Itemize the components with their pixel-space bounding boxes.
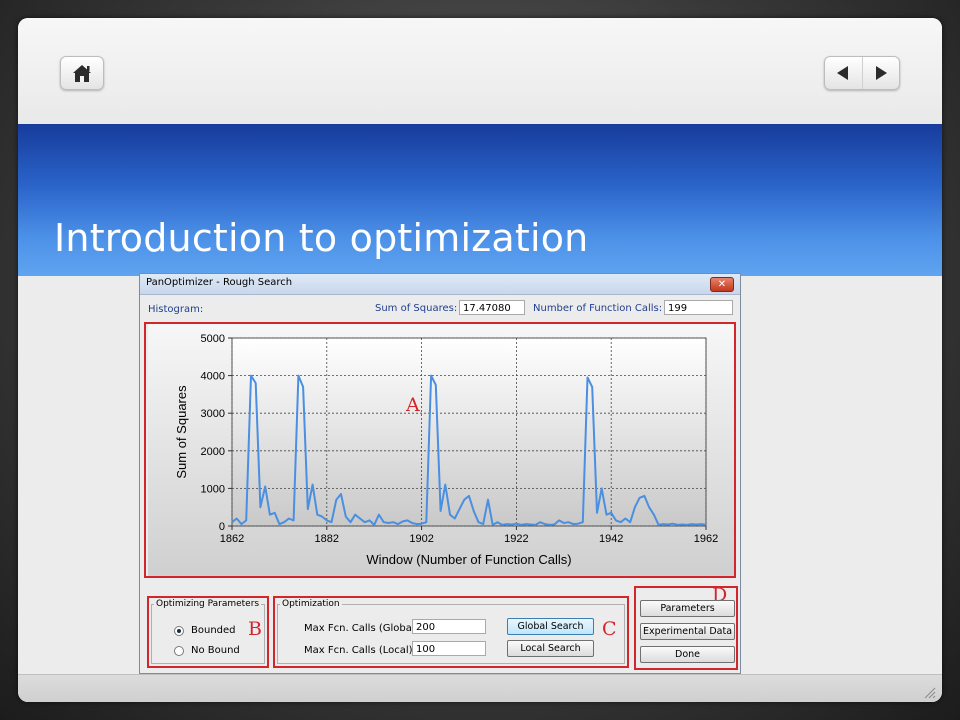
radio-dot-bounded bbox=[177, 629, 181, 633]
sum-of-squares-label: Sum of Squares: bbox=[375, 303, 458, 314]
prev-button[interactable] bbox=[825, 57, 863, 89]
done-button[interactable]: Done bbox=[640, 646, 735, 663]
annotation-letter-b: B bbox=[248, 618, 262, 640]
sum-of-squares-field[interactable]: 17.47080 bbox=[459, 300, 525, 315]
home-icon bbox=[73, 65, 91, 82]
function-calls-field[interactable]: 199 bbox=[664, 300, 733, 315]
triangle-right-icon bbox=[876, 66, 887, 80]
triangle-left-icon bbox=[837, 66, 848, 80]
experimental-data-button[interactable]: Experimental Data bbox=[640, 623, 735, 640]
slide-title: Introduction to optimization bbox=[54, 216, 589, 260]
panoptimizer-window: PanOptimizer - Rough Search ✕ Histogram:… bbox=[139, 273, 741, 674]
bounded-label: Bounded bbox=[191, 625, 236, 636]
prev-next-buttons bbox=[824, 56, 900, 90]
home-button[interactable] bbox=[60, 56, 104, 90]
max-calls-global-label: Max Fcn. Calls (Global): bbox=[304, 623, 422, 634]
window-titlebar: PanOptimizer - Rough Search ✕ bbox=[140, 274, 740, 295]
no-bound-radio[interactable] bbox=[174, 646, 184, 656]
max-calls-local-field[interactable]: 100 bbox=[412, 641, 486, 656]
global-search-button[interactable]: Global Search bbox=[507, 618, 594, 635]
optimizing-parameters-title: Optimizing Parameters bbox=[154, 599, 262, 609]
annotation-letter-a: A bbox=[406, 394, 420, 416]
slide-footer bbox=[18, 674, 942, 702]
close-button[interactable]: ✕ bbox=[710, 277, 734, 292]
close-icon: ✕ bbox=[717, 279, 727, 290]
next-button[interactable] bbox=[862, 57, 899, 89]
max-calls-global-field[interactable]: 200 bbox=[412, 619, 486, 634]
bounded-radio[interactable] bbox=[174, 626, 184, 636]
max-calls-local-label: Max Fcn. Calls (Local): bbox=[304, 645, 416, 656]
window-title: PanOptimizer - Rough Search bbox=[146, 277, 293, 288]
histogram-label: Histogram: bbox=[148, 304, 204, 315]
local-search-button[interactable]: Local Search bbox=[507, 640, 594, 657]
slide-header bbox=[18, 18, 942, 124]
function-calls-label: Number of Function Calls: bbox=[533, 303, 663, 314]
no-bound-label: No Bound bbox=[191, 645, 240, 656]
resize-grip-icon bbox=[924, 687, 936, 699]
annotation-box-a bbox=[144, 322, 736, 578]
optimization-title: Optimization bbox=[280, 599, 342, 609]
annotation-letter-c: C bbox=[602, 618, 617, 640]
parameters-button[interactable]: Parameters bbox=[640, 600, 735, 617]
